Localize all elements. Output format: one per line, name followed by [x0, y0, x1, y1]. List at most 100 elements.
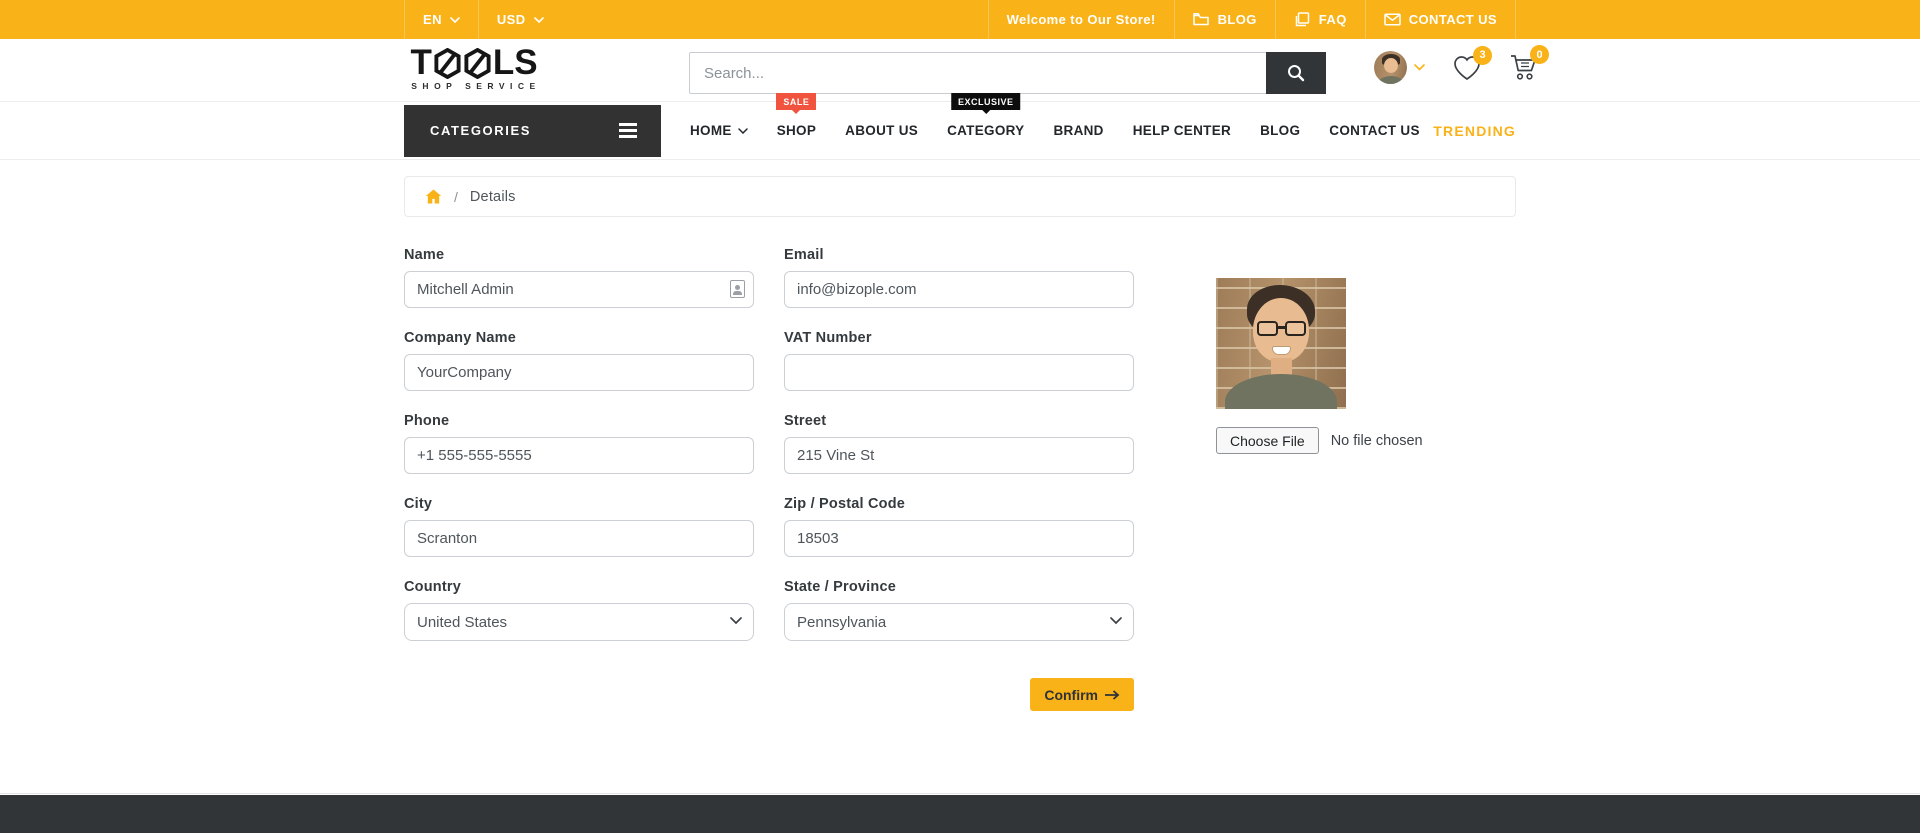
currency-dropdown[interactable]: USD: [477, 0, 562, 39]
company-field: Company Name: [404, 330, 754, 391]
exclusive-badge: EXCLUSIVE: [951, 93, 1021, 114]
search-icon: [1288, 65, 1305, 82]
nav-items: HOME SALE SHOP ABOUT US EXCLUSIVE CATEGO…: [690, 93, 1420, 159]
nav-item-contact-us[interactable]: CONTACT US: [1329, 102, 1420, 159]
company-input[interactable]: [404, 354, 754, 391]
chevron-down-icon: [1414, 64, 1425, 71]
footer-divider: [0, 793, 1920, 794]
main-navigation: CATEGORIES HOME SALE SHOP ABOUT US EXCLU…: [0, 93, 1920, 160]
profile-panel: Choose File No file chosen: [1216, 278, 1516, 454]
hex-nut-icon: [464, 47, 491, 79]
topbar-link-contact[interactable]: CONTACT US: [1364, 0, 1516, 39]
folder-open-icon: [1192, 13, 1209, 26]
categories-menu-button[interactable]: CATEGORIES: [404, 104, 661, 157]
nav-item-home[interactable]: HOME: [690, 102, 748, 159]
nav-item-shop[interactable]: SALE SHOP: [776, 93, 817, 159]
state-field: State / Province Pennsylvania: [784, 579, 1134, 641]
zip-input[interactable]: [784, 520, 1134, 557]
name-label: Name: [404, 247, 445, 263]
cart-button[interactable]: 0: [1509, 45, 1549, 82]
street-input[interactable]: [784, 437, 1134, 474]
photo-upload: Choose File No file chosen: [1216, 427, 1516, 454]
account-menu[interactable]: [1374, 51, 1425, 84]
city-field: City: [404, 496, 754, 557]
arrow-right-icon: [1105, 689, 1120, 700]
vat-label: VAT Number: [784, 330, 872, 346]
city-input[interactable]: [404, 520, 754, 557]
trending-link[interactable]: TRENDING: [1433, 123, 1516, 139]
contact-autofill-icon[interactable]: [730, 280, 745, 298]
state-label: State / Province: [784, 579, 896, 595]
state-select[interactable]: Pennsylvania: [784, 603, 1134, 641]
email-label: Email: [784, 247, 824, 263]
wishlist-count-badge: 3: [1473, 45, 1492, 65]
confirm-button[interactable]: Confirm: [1030, 678, 1134, 711]
vat-field: VAT Number: [784, 330, 1134, 391]
pages-icon: [1295, 12, 1310, 27]
breadcrumb-separator: /: [454, 188, 458, 205]
phone-label: Phone: [404, 413, 450, 429]
nav-item-blog[interactable]: BLOG: [1260, 102, 1300, 159]
choose-file-button[interactable]: Choose File: [1216, 427, 1319, 454]
sale-badge: SALE: [776, 93, 817, 114]
country-select[interactable]: United States: [404, 603, 754, 641]
header-icons: 3 0: [1374, 45, 1549, 84]
topbar-link-label: FAQ: [1318, 12, 1347, 27]
topbar-link-label: BLOG: [1217, 12, 1257, 27]
language-dropdown[interactable]: EN: [404, 0, 478, 39]
categories-label: CATEGORIES: [430, 123, 531, 138]
mail-icon: [1383, 13, 1401, 26]
hex-nut-icon: [434, 47, 461, 79]
email-input[interactable]: [784, 271, 1134, 308]
country-label: Country: [404, 579, 461, 595]
brand-logo[interactable]: T LS SHOP SERVICE: [404, 43, 544, 91]
breadcrumb-current: Details: [469, 188, 516, 205]
page: EN USD Welcome to Our Store! BLOG FAQ CO…: [0, 0, 1920, 833]
street-label: Street: [784, 413, 827, 429]
name-field: Name: [404, 247, 754, 308]
currency-label: USD: [496, 12, 526, 27]
name-input[interactable]: [404, 271, 754, 308]
nav-item-brand[interactable]: BRAND: [1053, 102, 1103, 159]
email-field: Email: [784, 247, 1134, 308]
nav-item-help-center[interactable]: HELP CENTER: [1133, 102, 1231, 159]
logo-subtitle: SHOP SERVICE: [411, 81, 541, 91]
wishlist-button[interactable]: 3: [1452, 45, 1492, 82]
zip-label: Zip / Postal Code: [784, 496, 906, 512]
breadcrumb-bar: / Details: [404, 176, 1516, 217]
hamburger-icon: [619, 123, 637, 138]
phone-field: Phone: [404, 413, 754, 474]
chevron-down-icon: [533, 16, 544, 23]
zip-field: Zip / Postal Code: [784, 496, 1134, 557]
topbar-link-faq[interactable]: FAQ: [1274, 0, 1365, 39]
footer-bar: [0, 795, 1920, 833]
nav-item-about-us[interactable]: ABOUT US: [845, 102, 918, 159]
search-input[interactable]: [689, 52, 1266, 94]
search-bar: [689, 52, 1326, 94]
language-label: EN: [423, 12, 442, 27]
welcome-message: Welcome to Our Store!: [987, 0, 1174, 39]
street-field: Street: [784, 413, 1134, 474]
phone-input[interactable]: [404, 437, 754, 474]
details-form: Name Email Company Name VAT Number Phone: [404, 247, 1516, 711]
breadcrumb: / Details: [404, 176, 1516, 217]
home-icon[interactable]: [425, 189, 442, 204]
file-status-text: No file chosen: [1330, 432, 1423, 449]
city-label: City: [404, 496, 433, 512]
chevron-down-icon: [450, 16, 460, 23]
logo-text-start: T: [410, 43, 432, 82]
profile-photo: [1216, 278, 1346, 409]
company-label: Company Name: [404, 330, 516, 346]
avatar: [1374, 51, 1407, 84]
cart-count-badge: 0: [1530, 45, 1549, 64]
vat-input[interactable]: [784, 354, 1134, 391]
country-field: Country United States: [404, 579, 754, 641]
search-button[interactable]: [1266, 52, 1326, 94]
chevron-down-icon: [730, 617, 742, 625]
chevron-down-icon: [1110, 617, 1122, 625]
topbar-link-blog[interactable]: BLOG: [1173, 0, 1275, 39]
chevron-down-icon: [737, 127, 748, 134]
nav-item-category[interactable]: EXCLUSIVE CATEGORY: [947, 93, 1024, 159]
top-bar: EN USD Welcome to Our Store! BLOG FAQ CO…: [0, 0, 1920, 39]
